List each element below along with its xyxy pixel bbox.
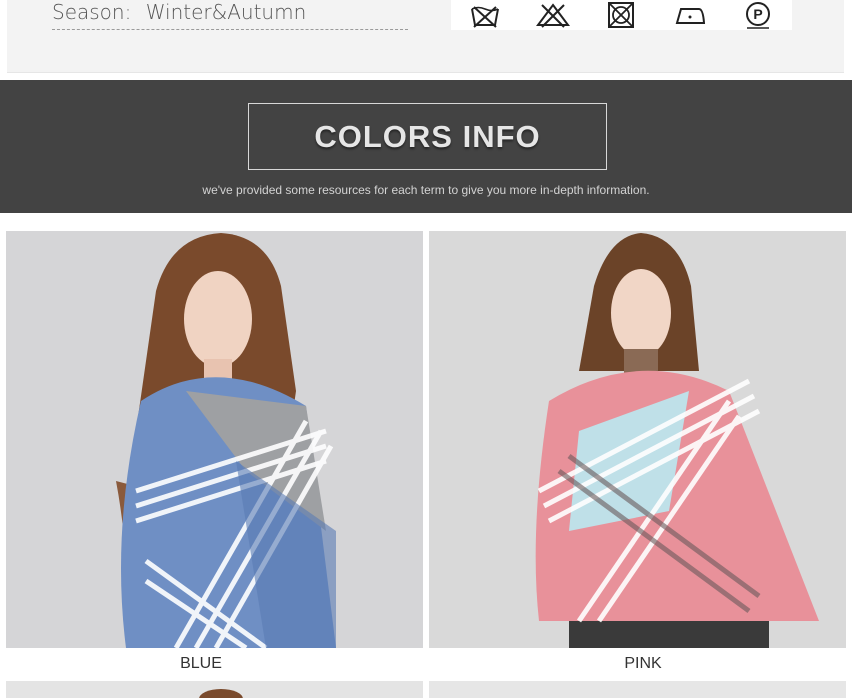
color-label-blue: BLUE (180, 655, 222, 672)
season-label: Season: (52, 0, 132, 24)
color-card-third[interactable] (6, 681, 423, 698)
care-instructions: P (451, 0, 792, 30)
banner-title-box: COLORS INFO (248, 103, 607, 170)
svg-text:P: P (753, 6, 762, 22)
blue-scarf-photo (6, 231, 423, 648)
no-bleach-icon (536, 3, 571, 28)
season-row: Season: Winter&Autumn (52, 0, 306, 28)
spec-section: Season: Winter&Autumn P (7, 0, 844, 73)
spec-divider (52, 29, 408, 30)
banner-subtitle: we've provided some resources for each t… (202, 183, 650, 197)
color-card-fourth[interactable] (429, 681, 846, 698)
color-label-pink: PINK (624, 655, 662, 672)
colors-info-banner: COLORS INFO we've provided some resource… (0, 80, 852, 213)
pink-scarf-photo (429, 231, 846, 648)
no-tumble-dry-icon (608, 2, 635, 28)
banner-title: COLORS INFO (314, 118, 541, 154)
third-scarf-photo (6, 681, 423, 698)
color-card-pink[interactable] (429, 231, 846, 648)
no-wash-icon (471, 6, 500, 28)
dry-clean-p-icon: P (745, 2, 770, 29)
season-value: Winter&Autumn (145, 0, 307, 24)
color-card-blue[interactable] (6, 231, 423, 648)
fourth-scarf-photo (429, 681, 846, 698)
iron-low-icon (675, 8, 705, 24)
